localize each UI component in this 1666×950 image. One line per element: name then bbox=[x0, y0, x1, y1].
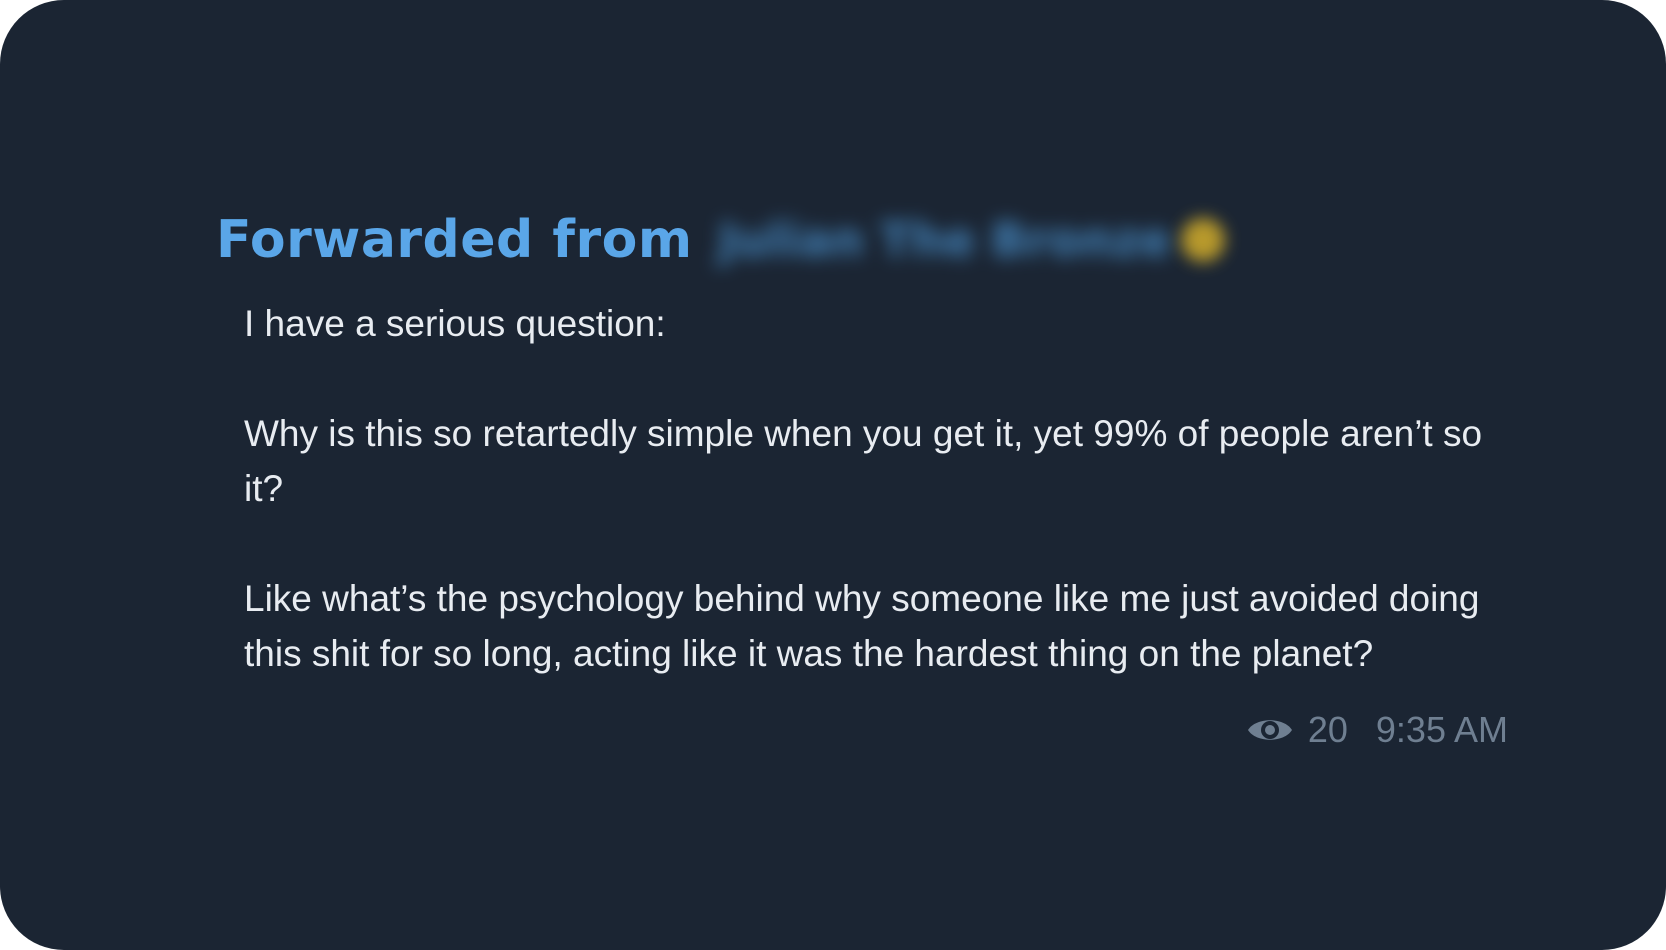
forward-source-name[interactable]: Julian The Bronze bbox=[719, 213, 1172, 267]
message-text: I have a serious question: Why is this s… bbox=[244, 296, 1484, 681]
view-count: 20 bbox=[1307, 709, 1348, 750]
message-card: Forwarded from Julian The Bronze I have … bbox=[0, 0, 1666, 950]
forward-label: Forwarded from bbox=[216, 210, 693, 270]
message-paragraph: I have a serious question: bbox=[244, 303, 666, 344]
message-meta: 20 9:35 AM bbox=[1246, 702, 1508, 758]
eye-icon bbox=[1246, 712, 1294, 748]
message-paragraph: Why is this so retartedly simple when yo… bbox=[244, 413, 1493, 509]
message-paragraph: Like what’s the psychology behind why so… bbox=[244, 578, 1490, 674]
message-timestamp: 9:35 AM bbox=[1375, 709, 1508, 750]
source-emoji-badge bbox=[1181, 218, 1226, 262]
forward-header[interactable]: Forwarded from Julian The Bronze bbox=[216, 200, 1226, 280]
